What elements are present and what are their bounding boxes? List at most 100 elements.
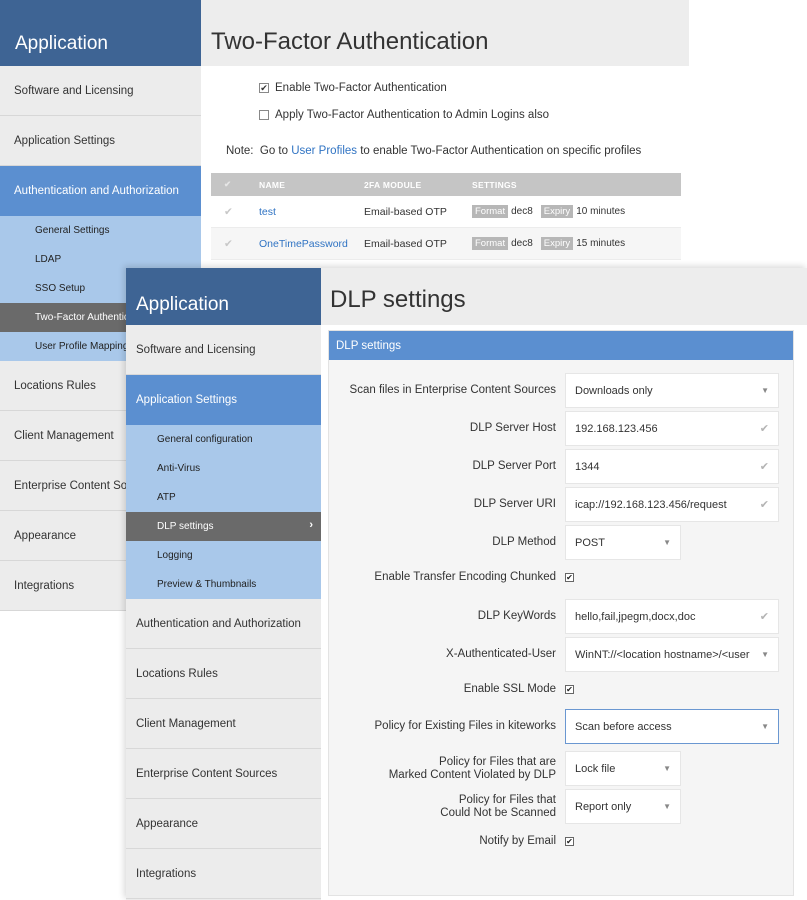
server-uri-value: icap://192.168.123.456/request [575, 498, 727, 511]
subitem-preview-thumbnails[interactable]: Preview & Thumbnails [126, 570, 321, 599]
server-host-input[interactable]: 192.168.123.456 ✔ [565, 411, 779, 446]
scan-files-row: Scan files in Enterprise Content Sources… [329, 373, 795, 408]
notify-email-checkbox[interactable]: ✔ [565, 837, 574, 846]
chunked-checkbox[interactable]: ✔ [565, 573, 574, 582]
method-row: DLP Method POST ▼ [329, 525, 795, 560]
back-sidebar-item-software-licensing[interactable]: Software and Licensing [0, 66, 201, 116]
auth-user-select[interactable]: WinNT://<location hostname>/<user ▼ [565, 637, 779, 672]
subitem-atp[interactable]: ATP [126, 483, 321, 512]
enable-2fa-checkbox[interactable]: ✔ [259, 83, 269, 93]
back-sidebar-header: Application [0, 0, 201, 66]
subitem-general-configuration[interactable]: General configuration [126, 425, 321, 454]
expiry-tag: Expiry [540, 237, 574, 250]
sidebar-item-authentication[interactable]: Authentication and Authorization [126, 599, 321, 649]
scan-files-select[interactable]: Downloads only ▼ [565, 373, 779, 408]
server-host-row: DLP Server Host 192.168.123.456 ✔ [329, 411, 795, 446]
panel-title: DLP settings [329, 331, 793, 360]
back-sidebar-item-application-settings[interactable]: Application Settings [0, 116, 201, 166]
check-icon: ✔ [759, 499, 769, 511]
method-value: POST [575, 536, 605, 549]
server-uri-label: DLP Server URI [473, 498, 556, 510]
server-uri-input[interactable]: icap://192.168.123.456/request ✔ [565, 487, 779, 522]
format-tag: Format [472, 205, 509, 218]
caret-down-icon: ▼ [663, 802, 671, 811]
subitem-anti-virus[interactable]: Anti-Virus [126, 454, 321, 483]
subitem-dlp-settings[interactable]: DLP settings › [126, 512, 321, 541]
row-settings: Format dec8 Expiry 10 minutes [472, 205, 681, 218]
subitem-dlp-label: DLP settings [157, 521, 214, 532]
server-port-input[interactable]: 1344 ✔ [565, 449, 779, 484]
expiry-value: 10 minutes [576, 206, 626, 217]
table-body: ✔ test Email-based OTP Format dec8 Expir… [211, 196, 681, 260]
expiry-value: 15 minutes [576, 238, 626, 249]
sidebar-item-enterprise-content[interactable]: Enterprise Content Sources [126, 749, 321, 799]
caret-down-icon: ▼ [761, 722, 769, 731]
existing-policy-label: Policy for Existing Files in kiteworks [374, 720, 557, 732]
chevron-right-icon: › [309, 519, 313, 531]
check-icon: ✔ [759, 423, 769, 435]
format-tag: Format [472, 237, 509, 250]
existing-policy-select[interactable]: Scan before access ▼ [565, 709, 779, 744]
server-port-row: DLP Server Port 1344 ✔ [329, 449, 795, 484]
back-sidebar-item-authentication[interactable]: Authentication and Authorization [0, 166, 201, 216]
caret-down-icon: ▼ [761, 386, 769, 395]
enable-2fa-label: Enable Two-Factor Authentication [275, 82, 447, 94]
method-select[interactable]: POST ▼ [565, 525, 681, 560]
ssl-checkbox[interactable]: ✔ [565, 685, 574, 694]
violated-policy-label: Policy for Files that are Marked Content… [329, 756, 565, 782]
violated-policy-label-line2: Marked Content Violated by DLP [388, 768, 556, 781]
front-sidebar-header: Application [126, 268, 321, 325]
sidebar-item-software-licensing[interactable]: Software and Licensing [126, 325, 321, 375]
format-value: dec8 [511, 238, 533, 249]
dlp-settings-window: Application Software and Licensing Appli… [126, 268, 807, 900]
unscanned-policy-select[interactable]: Report only ▼ [565, 789, 681, 824]
row-name-link[interactable]: test [259, 206, 364, 218]
sidebar-item-integrations[interactable]: Integrations [126, 849, 321, 899]
header-module[interactable]: 2FA MODULE [364, 180, 472, 190]
front-sidebar: Application Software and Licensing Appli… [126, 268, 321, 900]
header-name[interactable]: NAME [259, 180, 364, 190]
enable-2fa-row: ✔ Enable Two-Factor Authentication [259, 82, 447, 94]
front-main: DLP settings DLP settings Scan files in … [321, 268, 807, 900]
dlp-settings-panel: DLP settings Scan files in Enterprise Co… [328, 330, 794, 896]
2fa-table: ✔ NAME 2FA MODULE SETTINGS ✔ test Email-… [211, 173, 681, 260]
caret-down-icon: ▼ [759, 650, 769, 659]
table-header: ✔ NAME 2FA MODULE SETTINGS [211, 173, 681, 196]
note-prefix: Note: Go to [226, 145, 292, 157]
expiry-tag: Expiry [540, 205, 574, 218]
server-host-label: DLP Server Host [469, 422, 556, 434]
apply-admin-label: Apply Two-Factor Authentication to Admin… [275, 109, 550, 121]
page-title: DLP settings [321, 268, 807, 325]
violated-policy-select[interactable]: Lock file ▼ [565, 751, 681, 786]
front-sidebar-submenu: General configuration Anti-Virus ATP DLP… [126, 425, 321, 599]
header-settings: SETTINGS [472, 179, 517, 190]
existing-policy-row: Policy for Existing Files in kiteworks S… [329, 709, 795, 744]
row-settings: Format dec8 Expiry 15 minutes [472, 237, 681, 250]
existing-policy-value: Scan before access [575, 720, 672, 733]
apply-admin-row: Apply Two-Factor Authentication to Admin… [259, 109, 549, 121]
unscanned-policy-label: Policy for Files that Could Not be Scann… [329, 794, 565, 820]
keywords-input[interactable]: hello,fail,jpegm,docx,doc ✔ [565, 599, 779, 634]
table-row[interactable]: ✔ OneTimePassword Email-based OTP Format… [211, 228, 681, 260]
chunked-row: Enable Transfer Encoding Chunked ✔ [329, 571, 795, 584]
unscanned-policy-label-line1: Policy for Files that [458, 793, 556, 806]
row-module: Email-based OTP [364, 205, 447, 218]
sidebar-item-appearance[interactable]: Appearance [126, 799, 321, 849]
server-uri-row: DLP Server URI icap://192.168.123.456/re… [329, 487, 795, 522]
note-text: Note: Go to User Profiles to enable Two-… [226, 145, 641, 157]
row-name-link[interactable]: OneTimePassword [259, 238, 364, 250]
auth-user-row: X-Authenticated-User WinNT://<location h… [329, 637, 795, 672]
sidebar-item-locations-rules[interactable]: Locations Rules [126, 649, 321, 699]
subitem-logging[interactable]: Logging [126, 541, 321, 570]
keywords-label: DLP KeyWords [477, 610, 556, 622]
sidebar-item-client-management[interactable]: Client Management [126, 699, 321, 749]
table-row[interactable]: ✔ test Email-based OTP Format dec8 Expir… [211, 196, 681, 228]
notify-email-label: Notify by Email [479, 835, 556, 847]
sidebar-item-application-settings[interactable]: Application Settings [126, 375, 321, 425]
row-module: Email-based OTP [364, 237, 447, 250]
user-profiles-link[interactable]: User Profiles [291, 145, 357, 157]
caret-down-icon: ▼ [663, 764, 671, 773]
back-subitem-general-settings[interactable]: General Settings [0, 216, 201, 245]
ssl-row: Enable SSL Mode ✔ [329, 683, 795, 696]
apply-admin-checkbox[interactable] [259, 110, 269, 120]
